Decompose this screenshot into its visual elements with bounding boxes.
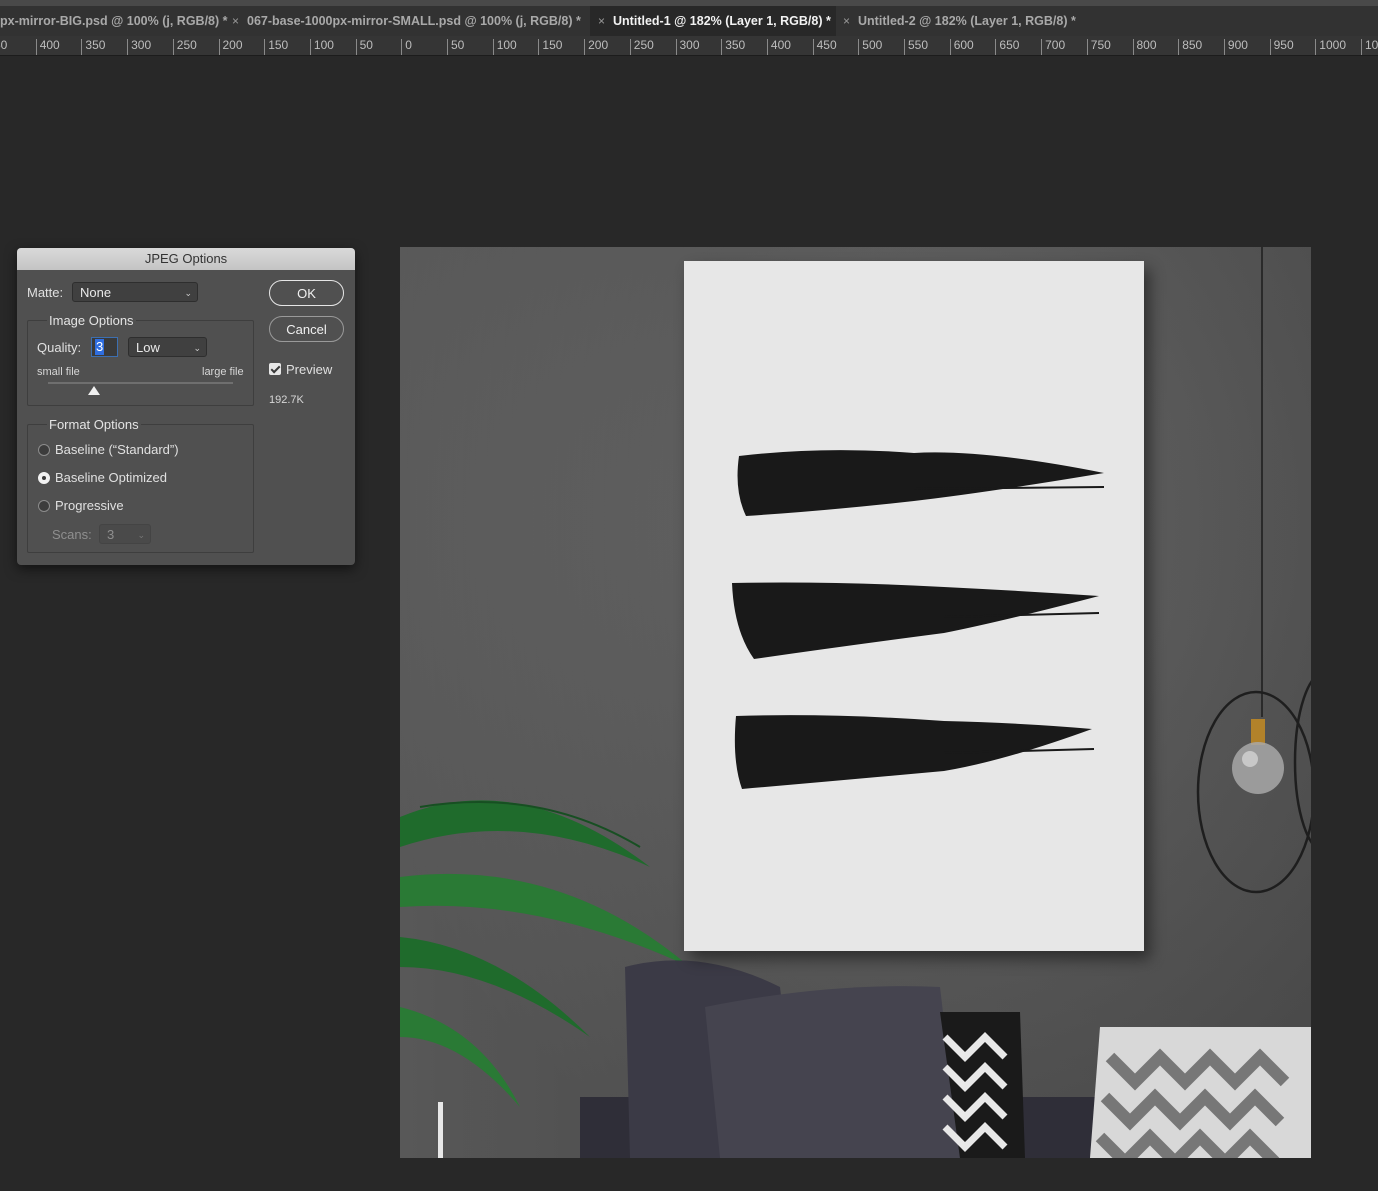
progressive-label: Progressive xyxy=(55,498,124,513)
preview-checkbox[interactable] xyxy=(269,363,281,375)
baseline-standard-radio[interactable] xyxy=(38,444,50,456)
large-file-label: large file xyxy=(202,366,244,378)
document-tab-bar: px-mirror-BIG.psd @ 100% (j, RGB/8) * × 0… xyxy=(0,0,1378,36)
ruler-label: 250 xyxy=(629,39,654,55)
format-options-legend: Format Options xyxy=(47,417,141,432)
ruler-label: 950 xyxy=(1269,39,1294,55)
tab-mirror-big[interactable]: px-mirror-BIG.psd @ 100% (j, RGB/8) * xyxy=(0,6,228,36)
scans-value: 3 xyxy=(107,527,115,542)
ruler-label: 400 xyxy=(766,39,791,55)
tab-untitled-1[interactable]: × Untitled-1 @ 182% (Layer 1, RGB/8) * xyxy=(590,6,836,36)
ruler-label: 550 xyxy=(904,39,928,55)
pendant-lamp-icon xyxy=(1196,680,1311,894)
ruler-label: 450 xyxy=(812,39,837,55)
ruler-label: 900 xyxy=(1223,39,1248,55)
ruler-label: 100 xyxy=(492,39,517,55)
quality-label: Quality: xyxy=(37,340,82,355)
matte-label: Matte: xyxy=(27,285,64,300)
small-file-label: small file xyxy=(37,366,80,378)
poster-frame xyxy=(684,261,1144,951)
ruler-label: 850 xyxy=(1178,39,1202,55)
ruler-label: 800 xyxy=(1132,39,1157,55)
close-icon[interactable]: × xyxy=(843,14,850,28)
chevron-down-icon: ⌄ xyxy=(193,343,201,353)
tab-label: Untitled-1 @ 182% (Layer 1, RGB/8) * xyxy=(613,14,831,28)
dialog-title[interactable]: JPEG Options xyxy=(17,248,355,270)
ruler-label: 300 xyxy=(127,39,151,55)
ruler-label: 200 xyxy=(584,39,608,55)
image-options-legend: Image Options xyxy=(47,313,136,328)
ruler-label: 400 xyxy=(35,39,60,55)
ruler-label: 50 xyxy=(447,39,464,55)
file-size-readout: 192.7K xyxy=(269,394,304,406)
quality-slider-track[interactable] xyxy=(48,382,233,384)
quality-value: 3 xyxy=(95,339,105,355)
quality-slider-thumb[interactable] xyxy=(88,386,100,395)
quality-preset-value: Low xyxy=(136,340,160,355)
close-icon[interactable]: × xyxy=(232,14,239,28)
matte-select[interactable]: None ⌄ xyxy=(72,282,198,302)
tab-label: 067-base-1000px-mirror-SMALL.psd @ 100% … xyxy=(247,14,581,28)
cancel-button[interactable]: Cancel xyxy=(269,316,344,342)
ruler-label: 350 xyxy=(721,39,745,55)
ruler-label: 700 xyxy=(1041,39,1065,55)
chevron-down-icon: ⌄ xyxy=(184,288,192,298)
baseline-standard-label: Baseline (“Standard”) xyxy=(55,442,179,457)
jpeg-options-dialog: JPEG Options Matte: None ⌄ OK Cancel Pre… xyxy=(17,248,355,565)
tab-label: Untitled-2 @ 182% (Layer 1, RGB/8) * xyxy=(858,14,1076,28)
ruler-label: 600 xyxy=(949,39,974,55)
quality-input[interactable]: 3 xyxy=(91,337,118,357)
matte-value: None xyxy=(80,285,112,300)
ruler-label: 150 xyxy=(538,39,562,55)
ruler-label: 200 xyxy=(218,39,243,55)
ruler-label: 150 xyxy=(264,39,288,55)
ruler-label: 300 xyxy=(675,39,700,55)
sofa-icon xyxy=(438,960,1311,1158)
ruler-label: 750 xyxy=(1086,39,1111,55)
ok-button[interactable]: OK xyxy=(269,280,344,306)
quality-preset-select[interactable]: Low ⌄ xyxy=(128,337,207,357)
scans-select[interactable]: 3 ⌄ xyxy=(99,524,151,544)
progressive-radio[interactable] xyxy=(38,500,50,512)
baseline-optimized-radio[interactable] xyxy=(38,472,50,484)
image-options-group xyxy=(27,320,254,406)
document-canvas[interactable] xyxy=(400,247,1311,1158)
ruler-label: 1000 xyxy=(1315,39,1346,55)
close-icon[interactable]: × xyxy=(598,14,605,28)
scans-label: Scans: xyxy=(52,527,92,542)
preview-label: Preview xyxy=(286,362,333,377)
chevron-down-icon: ⌄ xyxy=(137,530,145,540)
horizontal-ruler[interactable]: 5040035030025020015010050050100150200250… xyxy=(0,36,1378,56)
baseline-optimized-label: Baseline Optimized xyxy=(55,470,167,485)
ruler-label: 350 xyxy=(81,39,105,55)
ruler-label: 650 xyxy=(995,39,1019,55)
ruler-label: 50 xyxy=(0,39,7,55)
tab-mirror-small[interactable]: × 067-base-1000px-mirror-SMALL.psd @ 100%… xyxy=(232,6,581,36)
tab-untitled-2[interactable]: × Untitled-2 @ 182% (Layer 1, RGB/8) * xyxy=(843,6,1076,36)
brush-strokes-artwork xyxy=(732,450,1105,789)
ruler-label: 500 xyxy=(858,39,882,55)
ruler-label: 0 xyxy=(401,39,412,55)
ruler-label: 100 xyxy=(309,39,334,55)
tab-label: px-mirror-BIG.psd @ 100% (j, RGB/8) * xyxy=(0,14,228,28)
ruler-label: 105 xyxy=(1361,39,1378,55)
ruler-label: 50 xyxy=(355,39,373,55)
ruler-label: 250 xyxy=(172,39,197,55)
